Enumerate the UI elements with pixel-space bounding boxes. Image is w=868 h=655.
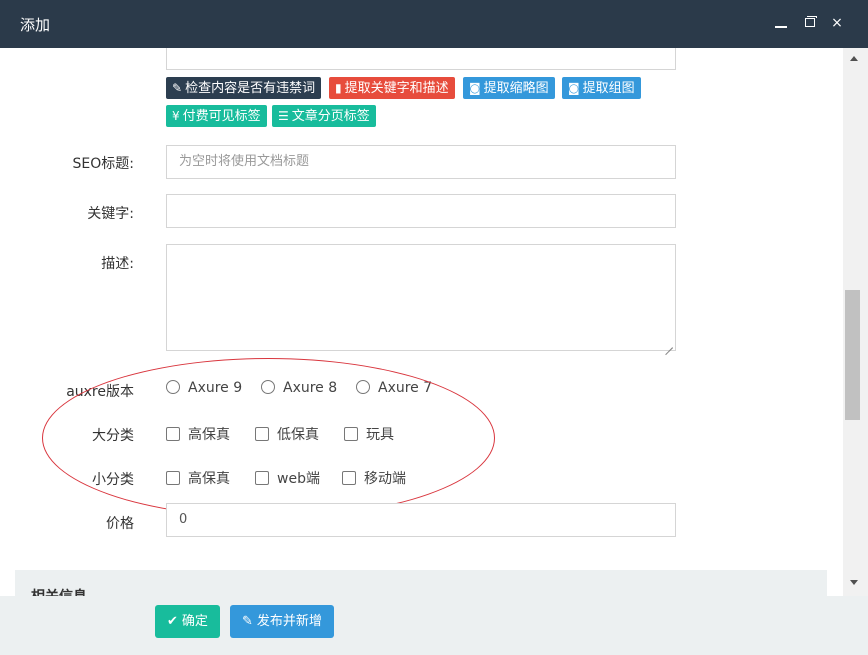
radio-axure-7[interactable]: Axure 7 (356, 380, 432, 400)
vertical-scrollbar[interactable] (843, 48, 868, 596)
confirm-button[interactable]: ✔ 确定 (155, 605, 220, 638)
restore-icon[interactable] (802, 15, 818, 31)
publish-and-add-button[interactable]: ✎ 发布并新增 (230, 605, 334, 638)
dialog-footer: ✔ 确定 ✎ 发布并新增 (0, 596, 868, 655)
radio-circle-icon (261, 380, 275, 394)
extract-gallery-button[interactable]: ◙ 提取组图 (562, 77, 641, 99)
checkbox-sub-hifi[interactable]: 高保真 (166, 468, 230, 488)
checkbox-category-lofi[interactable]: 低保真 (255, 424, 319, 444)
button-label: 提取缩略图 (483, 81, 549, 96)
scroll-down-icon[interactable] (850, 580, 858, 585)
scroll-up-icon[interactable] (850, 56, 858, 61)
extract-keywords-button[interactable]: ▮ 提取关键字和描述 (329, 77, 455, 99)
option-label: 玩具 (366, 427, 394, 443)
pencil-icon: ✎ (172, 81, 183, 95)
scrollbar-thumb[interactable] (845, 290, 860, 420)
radio-circle-icon (166, 380, 180, 394)
paid-visible-tag-button[interactable]: ¥ 付费可见标签 (166, 105, 267, 127)
option-label: 低保真 (277, 427, 319, 443)
content-editor[interactable] (166, 48, 676, 70)
checkbox-icon (166, 427, 180, 441)
related-info-section: 相关信息 (15, 570, 827, 596)
minimize-icon[interactable] (773, 15, 789, 31)
price-label: 价格 (106, 516, 134, 532)
checkbox-sub-web[interactable]: web端 (255, 468, 320, 488)
list-icon: ☰ (278, 109, 289, 123)
seo-title-label: SEO标题: (72, 156, 134, 172)
checkbox-category-hifi[interactable]: 高保真 (166, 424, 230, 444)
subcategory-label: 小分类 (92, 472, 134, 488)
option-label: Axure 9 (188, 380, 243, 396)
checkbox-icon (344, 427, 358, 441)
checkbox-icon (166, 471, 180, 485)
check-forbidden-words-button[interactable]: ✎ 检查内容是否有违禁词 (166, 77, 322, 99)
keywords-input[interactable] (166, 194, 676, 228)
extract-thumbnail-button[interactable]: ◙ 提取缩略图 (463, 77, 555, 99)
resize-handle-icon[interactable] (665, 340, 673, 348)
radio-axure-8[interactable]: Axure 8 (261, 380, 337, 400)
yen-icon: ¥ (172, 109, 180, 123)
checkbox-icon (255, 471, 269, 485)
option-label: 移动端 (364, 471, 406, 487)
price-input[interactable]: 0 (166, 503, 676, 537)
category-label: 大分类 (92, 428, 134, 444)
check-icon: ✔ (167, 614, 178, 629)
window-titlebar: 添加 × (0, 0, 868, 48)
keywords-label: 关键字: (87, 206, 134, 222)
button-label: 文章分页标签 (291, 109, 370, 124)
button-label: 确定 (181, 614, 208, 629)
button-label: 付费可见标签 (182, 109, 261, 124)
window-title: 添加 (20, 16, 51, 34)
pencil-icon: ✎ (242, 614, 253, 629)
close-icon[interactable]: × (829, 15, 845, 31)
file-icon: ▮ (335, 81, 342, 95)
checkbox-icon (255, 427, 269, 441)
article-pagination-tag-button[interactable]: ☰ 文章分页标签 (272, 105, 376, 127)
button-label: 发布并新增 (256, 614, 322, 629)
description-textarea[interactable] (166, 244, 676, 351)
option-label: Axure 8 (283, 380, 338, 396)
axure-version-label: auxre版本 (66, 384, 134, 400)
radio-circle-icon (356, 380, 370, 394)
option-label: 高保真 (188, 471, 230, 487)
button-label: 提取关键字和描述 (344, 81, 449, 96)
option-label: web端 (277, 471, 320, 487)
option-label: 高保真 (188, 427, 230, 443)
button-label: 检查内容是否有违禁词 (185, 81, 316, 96)
form-content: ✎ 检查内容是否有违禁词 ▮ 提取关键字和描述 ◙ 提取缩略图 ◙ 提取组图 ¥ 付费可见… (0, 48, 843, 596)
checkbox-icon (342, 471, 356, 485)
camera-icon: ◙ (568, 81, 580, 95)
section-title: 相关信息 (31, 586, 87, 596)
checkbox-sub-mobile[interactable]: 移动端 (342, 468, 406, 488)
checkbox-category-toy[interactable]: 玩具 (344, 424, 394, 444)
seo-title-input[interactable]: 为空时将使用文档标题 (166, 145, 676, 179)
button-label: 提取组图 (582, 81, 635, 96)
radio-axure-9[interactable]: Axure 9 (166, 380, 242, 400)
camera-icon: ◙ (469, 81, 481, 95)
option-label: Axure 7 (378, 380, 433, 396)
description-label: 描述: (101, 256, 134, 272)
